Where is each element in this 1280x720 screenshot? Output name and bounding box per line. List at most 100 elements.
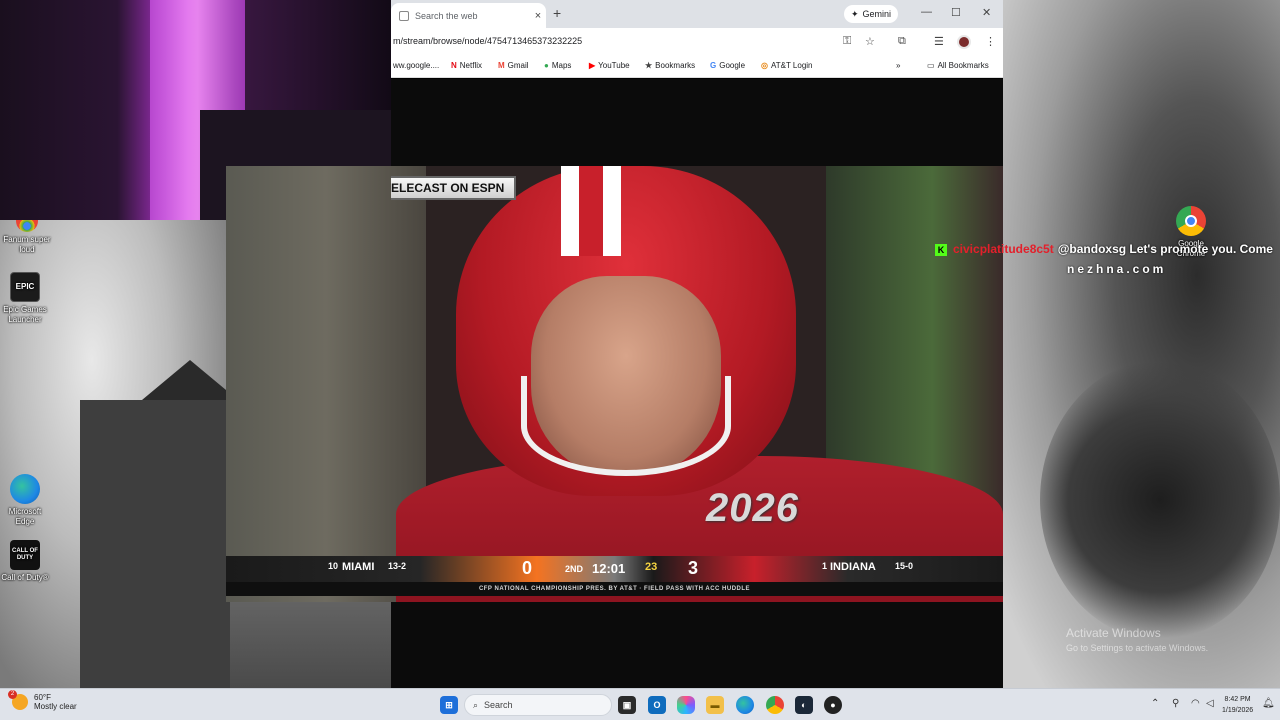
away-record: 13-2 [388,561,407,571]
home-rank: 1 [822,561,828,571]
helmet-stripe [561,166,621,256]
bookmark-label: Google [719,61,746,70]
desktop-icon-label: Epic Games Launcher [3,305,47,324]
tab-title: Search the web [415,10,478,21]
home-score: 3 [688,558,699,578]
telecast-tag: ELECAST ON ESPN [391,176,517,200]
tab-page-icon [399,10,409,21]
new-tab-button[interactable]: + [553,5,561,21]
bookmark-label: Maps [551,61,572,70]
bookmark-label: YouTube [598,61,630,70]
bookmark-google-url[interactable]: ww.google.... [393,61,439,70]
chat-username: civicplatitude8c5t [953,242,1054,256]
steam-icon[interactable]: ◐ [795,696,813,714]
clock-date: 1/19/2026 [1222,707,1254,714]
maximize-button[interactable]: ☐ [951,6,961,19]
network-icon[interactable]: ⚲ [1172,698,1179,709]
gmail-icon: M [498,61,505,70]
desktop-icon-call-of-duty[interactable]: CALL OF DUTY Call of Duty® [0,540,50,583]
chrome-icon [1176,206,1206,236]
chrome-titlebar: Search the web × + ✦ Gemini — ☐ ✕ [391,0,1003,28]
all-bookmarks-button[interactable]: ▭ All Bookmarks [927,61,989,70]
desktop-icon-epic-games[interactable]: EPIC Epic Games Launcher [0,272,50,325]
all-bookmarks-label: All Bookmarks [937,61,989,70]
desktop-icon-label: Microsoft Edge [8,507,42,526]
away-rank: 10 [328,561,339,571]
more-bookmarks-button[interactable]: » [896,61,900,70]
minimize-button[interactable]: — [921,6,932,18]
wallpaper-house [80,400,230,688]
bookmark-youtube[interactable]: ▶ YouTube [589,61,630,70]
clock-time: 8:42 PM [1224,696,1251,703]
kick-badge-icon: K [935,243,947,256]
activate-subtitle: Go to Settings to activate Windows. [1066,643,1209,653]
obs-icon[interactable]: ● [824,696,842,714]
weather-temp: 60°F [34,693,51,702]
close-window-button[interactable]: ✕ [982,6,991,19]
desktop-icon-fanum[interactable]: Fanum super loud [2,220,52,255]
notifications-bell-icon[interactable]: 🔔︎ [1262,698,1275,709]
maps-pin-icon: ● [544,61,549,70]
bookmark-label: Gmail [507,61,529,70]
chrome-taskbar-icon[interactable] [766,696,784,714]
activate-windows-watermark: Activate Windows Go to Settings to activ… [1066,626,1208,653]
scoreboard: 10 MIAMI 13-2 0 2ND 12:01 23 3 1 INDIANA… [226,556,1003,582]
wifi-icon[interactable]: ◠ [1191,698,1200,709]
browser-tab[interactable]: Search the web × [391,3,546,28]
bookmark-netflix[interactable]: N Netflix [451,61,482,70]
activate-title: Activate Windows [1066,626,1161,640]
password-key-icon[interactable]: ⚿ [843,35,851,48]
search-placeholder: Search [484,700,513,710]
edge-icon [10,474,40,504]
chat-message: Kcivicplatitude8c5t @bandoxsg Let's promo… [935,242,1273,256]
desktop-icon-label: Call of Duty® [1,573,49,582]
bookmark-label: AT&T Login [770,61,813,70]
bookmark-bookmarks[interactable]: ★ Bookmarks [645,61,695,70]
bookmark-maps[interactable]: ● Maps [544,61,571,70]
tab-close-icon[interactable]: × [530,10,546,22]
bookmark-star-icon[interactable]: ☆ [865,35,875,48]
file-explorer-icon[interactable]: ▬ [706,696,724,714]
home-team: INDIANA [830,561,876,573]
bookmark-google[interactable]: G Google [710,61,745,70]
copilot-icon[interactable] [677,696,695,714]
volume-icon[interactable]: ◁ [1206,698,1214,709]
away-score: 0 [522,558,533,578]
play-clock: 23 [645,561,658,573]
bookmark-label: Bookmarks [655,61,696,70]
call-of-duty-icon: CALL OF DUTY [10,540,40,570]
video-player[interactable]: 2026 ELECAST ON ESPN 10 MIAMI 13-2 0 2ND… [226,166,1003,602]
profile-avatar[interactable] [957,35,971,49]
taskbar-search[interactable]: ⌕ Search [464,694,612,716]
task-view-icon[interactable]: ▣ [618,696,636,714]
outlook-icon[interactable]: O [648,696,666,714]
player-facemask [521,376,731,476]
taskbar-clock[interactable]: 8:42 PM 1/19/2026 [1222,694,1253,716]
show-hidden-icons-chevron[interactable]: ⌃ [1151,698,1159,709]
taskbar: 2 60°F Mostly clear ⊞ ⌕ Search ▣ O ▬ ◐ ●… [0,688,1280,720]
bookmark-gmail[interactable]: M Gmail [498,61,529,70]
menu-kebab-icon[interactable]: ⋮ [985,35,996,48]
edge-taskbar-icon[interactable] [736,696,754,714]
desktop-icon-edge[interactable]: Microsoft Edge [0,474,50,527]
folder-icon: ▭ [927,61,935,70]
wallpaper-cloud [1040,360,1280,640]
gemini-sparkle-icon: ✦ [851,8,859,19]
reading-list-icon[interactable]: ☰ [934,35,944,48]
bookmarks-bar: ww.google.... N Netflix M Gmail ● Maps ▶… [391,56,1003,78]
home-record: 15-0 [895,561,914,571]
att-icon: ◎ [761,61,768,70]
gemini-label: Gemini [862,9,892,19]
cfp-2026-logo: 2026 [706,486,799,530]
weather-sun-icon: 2 [8,690,28,710]
cast-icon[interactable]: ⧉ [898,35,906,48]
start-windows-icon[interactable]: ⊞ [440,696,458,714]
url-field[interactable]: m/stream/browse/node/4754713465373232225 [393,36,582,46]
weather-widget[interactable]: 2 60°F Mostly clear [8,690,77,711]
gemini-button[interactable]: ✦ Gemini [844,5,899,23]
google-icon: G [710,61,717,70]
epic-games-icon: EPIC [10,272,40,302]
bookmark-att-login[interactable]: ◎ AT&T Login [761,61,813,70]
address-bar: m/stream/browse/node/4754713465373232225… [391,28,1003,56]
netflix-icon: N [451,61,457,70]
